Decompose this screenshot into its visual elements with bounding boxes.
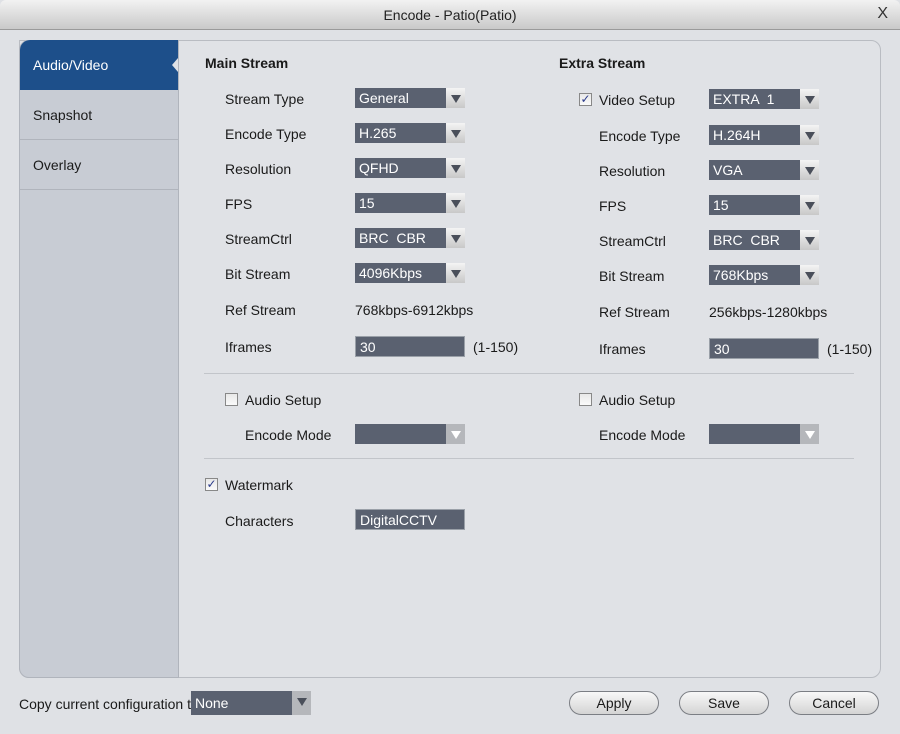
title-bar: Encode - Patio(Patio) X bbox=[0, 0, 900, 30]
divider bbox=[204, 458, 854, 459]
extra-iframes-input[interactable]: 30 bbox=[709, 338, 819, 359]
extra-encode-mode-select[interactable] bbox=[709, 424, 819, 444]
main-bitstream-label: Bit Stream bbox=[225, 266, 291, 282]
main-iframes-label: Iframes bbox=[225, 339, 272, 355]
main-encode-mode-select[interactable] bbox=[355, 424, 465, 444]
sidebar: Audio/Video Snapshot Overlay bbox=[19, 40, 179, 678]
chevron-down-icon[interactable] bbox=[800, 125, 819, 145]
main-encode-type-label: Encode Type bbox=[225, 126, 307, 142]
extra-streamctrl-label: StreamCtrl bbox=[599, 233, 666, 249]
copy-config-select[interactable]: None bbox=[191, 691, 311, 715]
chevron-down-icon[interactable] bbox=[292, 691, 311, 715]
extra-streamctrl-value: BRC CBR bbox=[713, 232, 780, 248]
main-iframes-range: (1-150) bbox=[473, 339, 519, 355]
watermark-checkbox[interactable]: ✓ bbox=[205, 478, 218, 491]
extra-bitstream-select[interactable]: 768Kbps bbox=[709, 265, 819, 285]
chevron-down-icon[interactable] bbox=[446, 228, 465, 248]
chevron-down-icon[interactable] bbox=[446, 424, 465, 444]
main-stream-type-label: Stream Type bbox=[225, 91, 305, 107]
extra-audio-setup-label: Audio Setup bbox=[599, 392, 676, 408]
chevron-down-icon[interactable] bbox=[446, 158, 465, 178]
main-encode-type-value: H.265 bbox=[359, 125, 397, 141]
extra-iframes-label: Iframes bbox=[599, 341, 646, 357]
extra-resolution-value: VGA bbox=[713, 162, 743, 178]
extra-bitstream-value: 768Kbps bbox=[713, 267, 769, 283]
chevron-down-icon[interactable] bbox=[800, 195, 819, 215]
extra-video-setup-label: Video Setup bbox=[599, 92, 676, 108]
main-stream-heading: Main Stream bbox=[205, 55, 289, 71]
main-bitstream-value: 4096Kbps bbox=[359, 265, 423, 281]
extra-encode-type-value: H.264H bbox=[713, 127, 761, 143]
sidebar-item-overlay[interactable]: Overlay bbox=[20, 140, 178, 190]
main-streamctrl-label: StreamCtrl bbox=[225, 231, 292, 247]
extra-video-setup-checkbox[interactable]: ✓ bbox=[579, 93, 592, 106]
extra-video-setup-select[interactable]: EXTRA 1 bbox=[709, 89, 819, 109]
watermark-label: Watermark bbox=[225, 477, 293, 493]
chevron-down-icon[interactable] bbox=[446, 263, 465, 283]
close-icon[interactable]: X bbox=[877, 5, 888, 23]
characters-input[interactable]: DigitalCCTV bbox=[355, 509, 465, 530]
extra-streamctrl-select[interactable]: BRC CBR bbox=[709, 230, 819, 250]
main-streamctrl-select[interactable]: BRC CBR bbox=[355, 228, 465, 248]
main-stream-type-select[interactable]: General bbox=[355, 88, 465, 108]
copy-config-value: None bbox=[195, 695, 229, 711]
chevron-down-icon[interactable] bbox=[800, 230, 819, 250]
extra-fps-select[interactable]: 15 bbox=[709, 195, 819, 215]
main-streamctrl-value: BRC CBR bbox=[359, 230, 426, 246]
characters-label: Characters bbox=[225, 513, 294, 529]
extra-video-setup-value: EXTRA 1 bbox=[713, 91, 775, 107]
main-resolution-select[interactable]: QFHD bbox=[355, 158, 465, 178]
cancel-button[interactable]: Cancel bbox=[789, 691, 879, 715]
chevron-down-icon[interactable] bbox=[800, 265, 819, 285]
sidebar-item-snapshot[interactable]: Snapshot bbox=[20, 90, 178, 140]
extra-audio-setup-checkbox[interactable] bbox=[579, 393, 592, 406]
main-stream-type-value: General bbox=[359, 90, 409, 106]
extra-encode-type-select[interactable]: H.264H bbox=[709, 125, 819, 145]
extra-fps-label: FPS bbox=[599, 198, 627, 214]
extra-resolution-select[interactable]: VGA bbox=[709, 160, 819, 180]
main-encode-mode-label: Encode Mode bbox=[245, 427, 332, 443]
main-bitstream-select[interactable]: 4096Kbps bbox=[355, 263, 465, 283]
save-button[interactable]: Save bbox=[679, 691, 769, 715]
sidebar-item-audio-video[interactable]: Audio/Video bbox=[20, 40, 178, 90]
chevron-down-icon[interactable] bbox=[446, 193, 465, 213]
apply-button[interactable]: Apply bbox=[569, 691, 659, 715]
copy-config-label: Copy current configuration to bbox=[19, 696, 199, 712]
extra-encode-type-label: Encode Type bbox=[599, 128, 681, 144]
extra-iframes-range: (1-150) bbox=[827, 341, 873, 357]
main-resolution-label: Resolution bbox=[225, 161, 292, 177]
chevron-down-icon[interactable] bbox=[446, 123, 465, 143]
chevron-down-icon[interactable] bbox=[800, 89, 819, 109]
extra-refstream-value: 256kbps-1280kbps bbox=[709, 304, 828, 320]
main-fps-select[interactable]: 15 bbox=[355, 193, 465, 213]
extra-resolution-label: Resolution bbox=[599, 163, 666, 179]
extra-refstream-label: Ref Stream bbox=[599, 304, 670, 320]
main-encode-type-select[interactable]: H.265 bbox=[355, 123, 465, 143]
main-refstream-label: Ref Stream bbox=[225, 302, 296, 318]
extra-stream-heading: Extra Stream bbox=[559, 55, 646, 71]
main-iframes-input[interactable]: 30 bbox=[355, 336, 465, 357]
main-audio-setup-checkbox[interactable] bbox=[225, 393, 238, 406]
chevron-down-icon[interactable] bbox=[800, 424, 819, 444]
chevron-down-icon[interactable] bbox=[446, 88, 465, 108]
main-fps-value: 15 bbox=[359, 195, 375, 211]
extra-fps-value: 15 bbox=[713, 197, 729, 213]
chevron-down-icon[interactable] bbox=[800, 160, 819, 180]
main-fps-label: FPS bbox=[225, 196, 253, 212]
main-resolution-value: QFHD bbox=[359, 160, 399, 176]
divider bbox=[204, 373, 854, 374]
extra-bitstream-label: Bit Stream bbox=[599, 268, 665, 284]
window-title: Encode - Patio(Patio) bbox=[383, 7, 517, 23]
extra-encode-mode-label: Encode Mode bbox=[599, 427, 686, 443]
main-refstream-value: 768kbps-6912kbps bbox=[355, 302, 474, 318]
main-audio-setup-label: Audio Setup bbox=[245, 392, 322, 408]
